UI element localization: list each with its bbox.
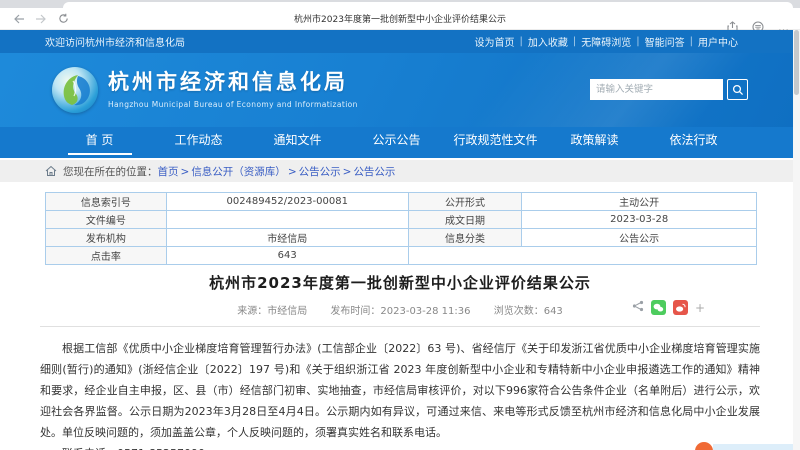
table-row: 文件编号 成文日期 2023-03-28 [45,210,757,229]
article-views: 浏览次数：643 [493,306,563,317]
quick-link[interactable]: 加入收藏 [528,34,568,49]
table-value-cell: 2023-03-28 [521,210,757,229]
info-table: 信息索引号 002489452/2023-00081 公开形式 主动公开 文件编号 成文日… [45,192,758,265]
forward-icon[interactable] [30,11,52,27]
nav-item-label: 工作动态 [174,133,223,147]
nav-item[interactable]: 通知文件 [248,127,347,158]
more-share-icon[interactable]: + [695,301,705,315]
table-value-cell: 002489452/2023-00081 [165,192,409,211]
browser-tabstrip [0,0,800,8]
article: 杭州市2023年度第一批创新型中小企业评价结果公示 来源：市经信局 发布时间：2… [40,272,760,450]
table-label-cell: 点击率 [45,246,167,265]
share-nodes-icon[interactable] [632,300,644,315]
article-title: 杭州市2023年度第一批创新型中小企业评价结果公示 [209,274,591,292]
breadcrumb-links: 首页 > 信息公开（资源库） > 公告公示 > 公告公示 [158,164,396,179]
search-input[interactable] [590,79,723,100]
search-button[interactable] [727,79,748,100]
floating-widget-strip [713,444,793,450]
table-label-cell: 文件编号 [45,210,167,229]
nav-item[interactable]: 工作动态 [149,127,248,158]
home-icon [45,165,57,177]
browser-chrome: 杭州市2023年度第一批创新型中小企业评价结果公示 … [0,0,800,34]
breadcrumb-link[interactable]: 首页 [158,166,179,178]
quick-link[interactable]: 无障碍浏览 [581,34,631,49]
browser-toolbar: 杭州市2023年度第一批创新型中小企业评价结果公示 … [0,8,800,34]
table-label-cell: 发布机构 [45,228,167,247]
breadcrumb-link[interactable]: 公告公示 [353,166,395,178]
nav-item[interactable]: 政策解读 [545,127,644,158]
table-row: 发布机构 市经信局 信息分类 公告公示 [45,228,757,247]
page: 杭州市2023年度第一批创新型中小企业评价结果公示 … 欢迎访问杭州市经济和信息… [0,0,800,450]
share-bar: + [632,300,705,315]
article-paragraph: 根据工信部《优质中小企业梯度培育管理暂行办法》(工信部企业〔2022〕63 号)… [40,342,760,439]
refresh-icon[interactable] [52,11,74,27]
table-value-cell: 市经信局 [165,228,409,247]
nav-item-label: 依法行政 [669,133,718,147]
nav-item-label: 行政规范性文件 [453,133,538,147]
table-value-cell [165,210,409,229]
browser-page-title: 杭州市2023年度第一批创新型中小企业评价结果公示 [294,15,506,25]
site-banner: 杭州市经济和信息化局 Hangzhou Municipal Bureau of … [0,53,793,127]
welcome-text: 欢迎访问杭州市经济和信息化局 [45,38,185,49]
quick-link-separator: | [519,36,523,47]
table-label-cell: 公开形式 [407,192,523,211]
article-meta: 来源：市经信局 发布时间：2023-03-28 11:36 浏览次数：643 + [40,300,760,327]
breadcrumb-prefix: 您现在所在的位置： [63,165,158,178]
nav-active-underline [67,153,132,155]
nav-item-label: 公示公告 [372,133,421,147]
quick-link[interactable]: 智能问答 [645,34,685,49]
contact-phone: 联系电话：0571-85257090 [40,443,760,450]
quick-link-separator: | [572,36,577,47]
site-name-english: Hangzhou Municipal Bureau of Economy and… [108,100,358,109]
table-label-cell: 成文日期 [407,210,523,229]
scrollbar-thumb[interactable] [794,30,799,95]
breadcrumb-separator: > [342,165,352,178]
quick-link-separator: | [689,36,693,47]
site-topbar: 欢迎访问杭州市经济和信息化局 设为首页 | 加入收藏 | 无障碍浏览 | 智能问答 | 用户中心 [0,30,793,53]
nav-item[interactable]: 首 页 [50,127,149,158]
table-label-cell: 信息索引号 [45,192,167,211]
wechat-share-icon[interactable] [650,300,666,315]
breadcrumb-link[interactable]: 公告公示 [299,166,341,178]
article-source: 来源：市经信局 [237,306,308,317]
breadcrumb-link[interactable]: 信息公开（资源库） [191,166,286,178]
weibo-share-icon[interactable] [672,300,688,315]
nav-item[interactable]: 行政规范性文件 [446,127,545,158]
quick-links: 设为首页 | 加入收藏 | 无障碍浏览 | 智能问答 | 用户中心 [475,34,739,49]
article-publish-time: 发布时间：2023-03-28 11:36 [330,306,471,317]
nav-item[interactable]: 公示公告 [347,127,446,158]
quick-link[interactable]: 用户中心 [698,34,738,49]
table-value-cell: 公告公示 [521,228,757,247]
bureau-logo-icon [52,67,98,113]
nav-item-label: 政策解读 [570,133,619,147]
back-icon[interactable] [8,11,30,27]
breadcrumb: 您现在所在的位置： 首页 > 信息公开（资源库） > 公告公示 > 公告公示 [0,160,793,182]
quick-link-separator: | [636,36,640,47]
table-label-cell: 信息分类 [407,228,523,247]
main-nav: 首 页 工作动态 通知文件 公示公告 行政规范性文件 政策解读 依法行政 [0,127,793,158]
table-value-cell [407,246,758,265]
table-value-cell: 643 [165,246,409,265]
nav-item[interactable]: 依法行政 [644,127,743,158]
table-row: 点击率 643 [45,246,758,265]
quick-link[interactable]: 设为首页 [475,34,515,49]
table-row: 信息索引号 002489452/2023-00081 公开形式 主动公开 [45,192,757,211]
scrollbar-track[interactable] [793,30,800,450]
site-name: 杭州市经济和信息化局 [108,70,348,94]
nav-item-label: 首 页 [85,133,114,147]
nav-item-label: 通知文件 [273,133,322,147]
breadcrumb-separator: > [287,165,297,178]
table-value-cell: 主动公开 [521,192,757,211]
breadcrumb-separator: > [180,165,190,178]
